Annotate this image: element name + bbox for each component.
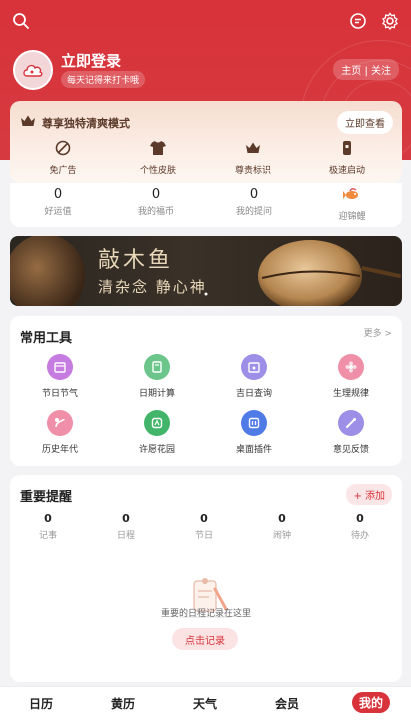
tool-wish-garden[interactable]: 许愿花园 — [117, 410, 197, 455]
tool-label: 历史年代 — [41, 445, 78, 455]
reminder-festival[interactable]: 0 节日 — [174, 512, 234, 541]
login-title[interactable]: 立即登录 — [61, 50, 121, 71]
tools-card: 常用工具 更多 > 节日节气 日期计算 吉日查询 生理规律 历史年代 许愿花园 … — [10, 316, 402, 466]
tool-label: 节日节气 — [41, 389, 78, 399]
nav-weather[interactable]: 天气 — [175, 695, 235, 712]
tool-label: 吉日查询 — [235, 389, 272, 399]
stat-value: 0 — [151, 187, 161, 202]
vip-title: 尊享独特清爽模式 — [42, 117, 130, 130]
stat-luck[interactable]: 0 好运值 — [18, 187, 98, 217]
garden-icon — [144, 410, 170, 436]
stat-value: 0 — [249, 187, 259, 202]
no-ads-icon — [23, 139, 103, 157]
reminder-schedule[interactable]: 0 日程 — [96, 512, 156, 541]
widget-icon — [241, 410, 267, 436]
banner-subtitle: 清杂念 静心神 — [98, 278, 207, 296]
vip-card[interactable]: 尊享独特清爽模式 立即查看 免广告 个性皮肤 尊贵标识 极速启动 — [10, 101, 402, 183]
gear-icon[interactable] — [378, 9, 402, 33]
reminder-label: 记事 — [38, 531, 57, 541]
nav-almanac[interactable]: 黄历 — [93, 695, 153, 712]
vip-feature-label: 极速启动 — [328, 166, 365, 176]
shirt-icon — [118, 139, 198, 157]
reminder-label: 日程 — [116, 531, 135, 541]
reminder-count: 0 — [200, 512, 208, 525]
avatar[interactable] — [13, 50, 53, 90]
vip-feature-skin[interactable]: 个性皮肤 — [118, 139, 198, 176]
reminder-notes[interactable]: 0 记事 — [18, 512, 78, 541]
vip-feature-badge[interactable]: 尊贵标识 — [213, 139, 293, 176]
stat-koi[interactable]: 迎锦鲤 — [312, 187, 392, 222]
tool-feedback[interactable]: 意见反馈 — [311, 410, 391, 455]
history-icon — [47, 410, 73, 436]
nav-member[interactable]: 会员 — [257, 695, 317, 712]
add-reminder-button[interactable]: + 添加 — [346, 484, 392, 505]
reminders-card: 重要提醒 + 添加 0 记事 0 日程 0 节日 0 闹钟 0 待办 重要的日程… — [10, 475, 402, 682]
reminder-label: 闹钟 — [272, 531, 291, 541]
tool-cycle[interactable]: 生理规律 — [311, 354, 391, 399]
tools-title: 常用工具 — [20, 331, 73, 346]
tool-label: 生理规律 — [332, 389, 369, 399]
stat-questions[interactable]: 0 我的提问 — [214, 187, 294, 217]
tool-label: 日期计算 — [138, 389, 175, 399]
stat-label: 我的提问 — [235, 207, 272, 217]
reminder-count: 0 — [356, 512, 364, 525]
reminder-count: 0 — [44, 512, 52, 525]
reminder-count: 0 — [278, 512, 286, 525]
reminder-label: 节日 — [194, 531, 213, 541]
search-icon[interactable] — [9, 9, 33, 33]
vip-view-button[interactable]: 立即查看 — [337, 111, 393, 134]
wooden-fish-banner[interactable]: 敲木鱼 清杂念 静心神 — [10, 236, 402, 306]
vip-feature-fast-start[interactable]: 极速启动 — [307, 139, 387, 176]
cloud-avatar-icon — [23, 64, 43, 77]
tool-label: 许愿花园 — [138, 445, 175, 455]
vip-feature-label: 免广告 — [49, 166, 77, 176]
nav-mine[interactable]: 我的 — [352, 692, 390, 713]
record-button[interactable]: 点击记录 — [172, 628, 238, 650]
home-follow-button[interactable]: 主页 | 关注 — [333, 59, 399, 80]
crown-icon — [20, 113, 36, 132]
tools-more-link[interactable]: 更多 > — [364, 326, 392, 339]
tool-label: 意见反馈 — [332, 445, 369, 455]
top-bar — [0, 0, 411, 42]
calendar-icon — [47, 354, 73, 380]
reminder-label: 待办 — [350, 531, 369, 541]
reminder-todo[interactable]: 0 待办 — [330, 512, 390, 541]
search-calendar-icon — [241, 354, 267, 380]
message-icon[interactable] — [346, 9, 370, 33]
reminder-count: 0 — [122, 512, 130, 525]
tool-label: 桌面插件 — [235, 445, 272, 455]
calculator-icon — [144, 354, 170, 380]
empty-state-text: 重要的日程记录在这里 — [160, 609, 251, 619]
tool-desktop-widget[interactable]: 桌面插件 — [214, 410, 294, 455]
feedback-icon — [338, 410, 364, 436]
vip-feature-label: 个性皮肤 — [139, 166, 176, 176]
vip-feature-label: 尊贵标识 — [234, 166, 271, 176]
tool-festival[interactable]: 节日节气 — [20, 354, 100, 399]
stat-label: 好运值 — [44, 207, 72, 217]
stat-value: 0 — [53, 187, 63, 202]
stat-coins[interactable]: 0 我的福币 — [116, 187, 196, 217]
reminders-title: 重要提醒 — [20, 490, 73, 505]
bottom-nav: 日历 黄历 天气 会员 我的 — [0, 686, 411, 720]
tool-date-calc[interactable]: 日期计算 — [117, 354, 197, 399]
vip-feature-no-ads[interactable]: 免广告 — [23, 139, 103, 176]
stats-card: 0 好运值 0 我的福币 0 我的提问 迎锦鲤 — [10, 183, 402, 227]
stat-label: 我的福币 — [137, 207, 174, 217]
koi-icon — [312, 187, 392, 207]
nav-calendar[interactable]: 日历 — [11, 695, 71, 712]
banner-title: 敲木鱼 — [98, 248, 174, 273]
reminder-alarm[interactable]: 0 闹钟 — [252, 512, 312, 541]
login-subtitle: 每天记得来打卡哦 — [61, 71, 146, 88]
flower-icon — [338, 354, 364, 380]
rocket-icon — [307, 139, 387, 157]
tool-lucky-day[interactable]: 吉日查询 — [214, 354, 294, 399]
crown-icon — [213, 139, 293, 157]
stat-label: 迎锦鲤 — [338, 212, 366, 222]
tool-history[interactable]: 历史年代 — [20, 410, 100, 455]
